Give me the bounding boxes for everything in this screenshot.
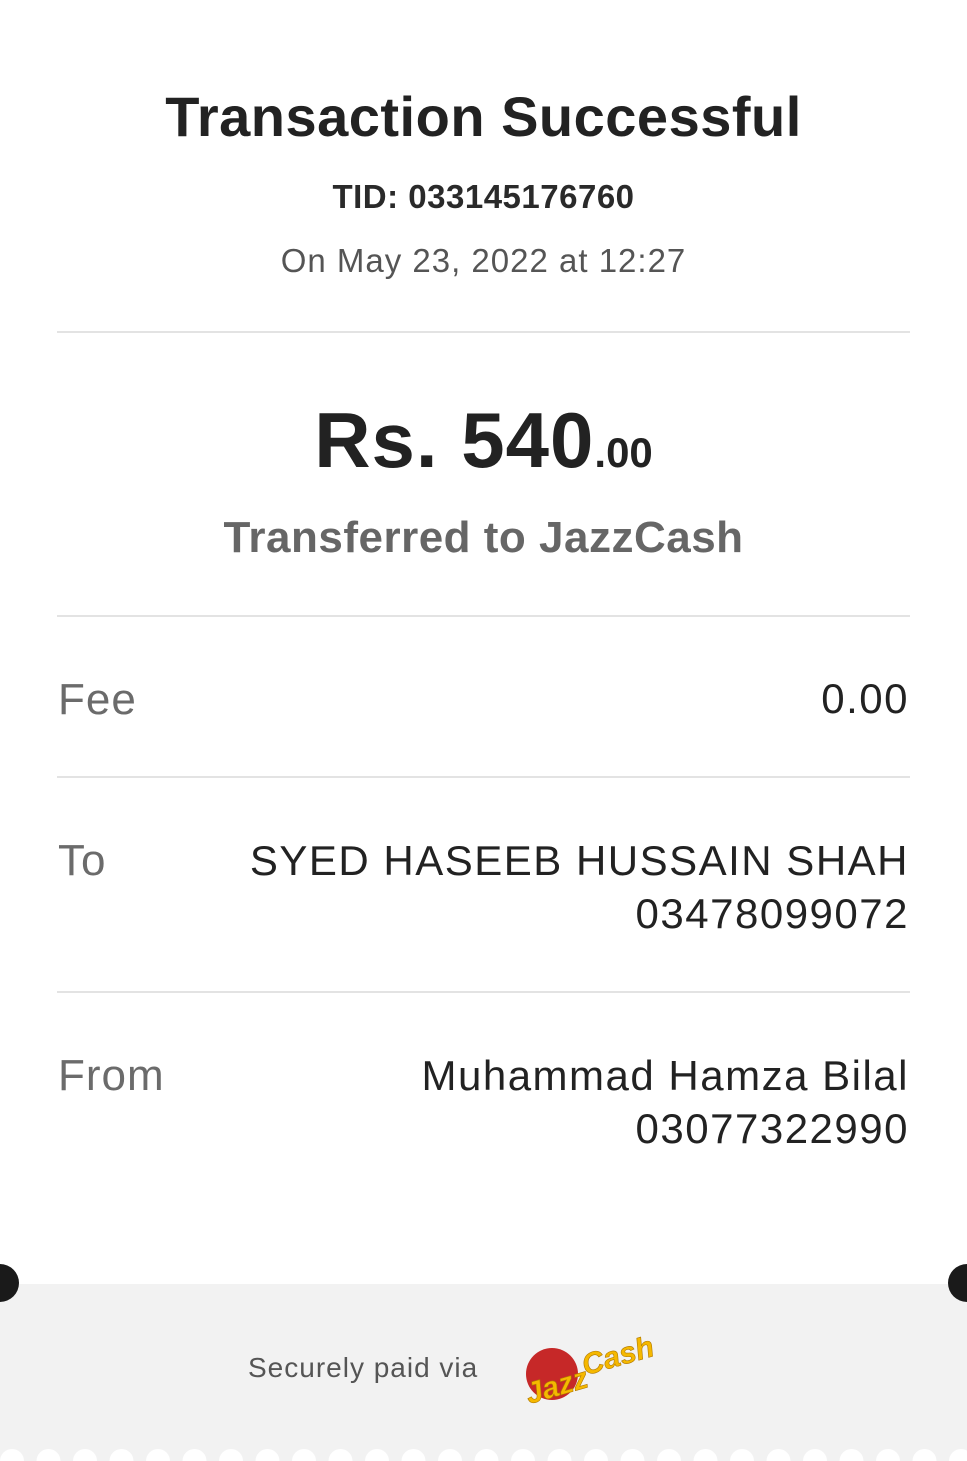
- to-number: 03478099072: [635, 890, 909, 937]
- scallop-dot: [511, 1449, 535, 1461]
- from-number: 03077322990: [635, 1105, 909, 1152]
- secure-payment-text: Securely paid via: [248, 1352, 479, 1383]
- transaction-id: TID: 033145176760: [332, 178, 635, 215]
- logo-cash-text: Cash: [578, 1330, 658, 1382]
- from-details: Muhammad Hamza Bilal 03077322990: [422, 1049, 910, 1155]
- jazzcash-logo: Jazz Cash: [520, 1330, 660, 1411]
- to-name: SYED HASEEB HUSSAIN SHAH: [249, 837, 909, 884]
- scallop-dot: [292, 1449, 316, 1461]
- amount-decimal: .00: [594, 429, 653, 476]
- fee-value: 0.00: [821, 675, 909, 722]
- scallop-dot: [584, 1449, 608, 1461]
- scallop-dot: [876, 1449, 900, 1461]
- scallop-dot: [73, 1449, 97, 1461]
- scallop-dot: [219, 1449, 243, 1461]
- scallop-dot: [803, 1449, 827, 1461]
- scallop-dot: [109, 1449, 134, 1461]
- amount: Rs. 540.00: [0, 395, 967, 486]
- divider: [57, 331, 910, 333]
- scallop-dot: [730, 1449, 754, 1461]
- divider: [57, 991, 910, 993]
- scallop-dot: [766, 1449, 791, 1461]
- scallop-dot: [547, 1449, 572, 1461]
- to-label: To: [58, 836, 107, 885]
- page-title: Transaction Successful: [165, 85, 802, 148]
- scallop-dot: [36, 1449, 61, 1461]
- divider: [57, 615, 910, 617]
- amount-main: Rs. 540: [314, 396, 595, 484]
- scallop-dot: [146, 1449, 170, 1461]
- footer: [0, 1284, 967, 1461]
- scallop-dot: [912, 1449, 937, 1461]
- scallop-dot: [328, 1449, 353, 1461]
- scallop-dot: [657, 1449, 681, 1461]
- scalloped-edge: [0, 1445, 967, 1461]
- scallop-dot: [401, 1449, 426, 1461]
- scallop-dot: [255, 1449, 280, 1461]
- scallop-dot: [365, 1449, 389, 1461]
- scallop-dot: [0, 1449, 24, 1461]
- transaction-date: On May 23, 2022 at 12:27: [280, 242, 687, 279]
- scallop-dot: [182, 1449, 207, 1461]
- scallop-dot: [949, 1449, 967, 1461]
- to-details: SYED HASEEB HUSSAIN SHAH 03478099072: [250, 834, 909, 940]
- from-label: From: [58, 1051, 165, 1100]
- receipt: Transaction Successful TID: 033145176760…: [0, 0, 967, 1461]
- fee-label: Fee: [58, 675, 137, 724]
- scallop-dot: [839, 1449, 864, 1461]
- transfer-description: Transferred to JazzCash: [223, 513, 744, 562]
- from-name: Muhammad Hamza Bilal: [421, 1052, 909, 1099]
- divider: [57, 776, 910, 778]
- scallop-dot: [693, 1449, 718, 1461]
- scallop-dot: [620, 1449, 645, 1461]
- scallop-dot: [438, 1449, 462, 1461]
- scallop-dot: [474, 1449, 499, 1461]
